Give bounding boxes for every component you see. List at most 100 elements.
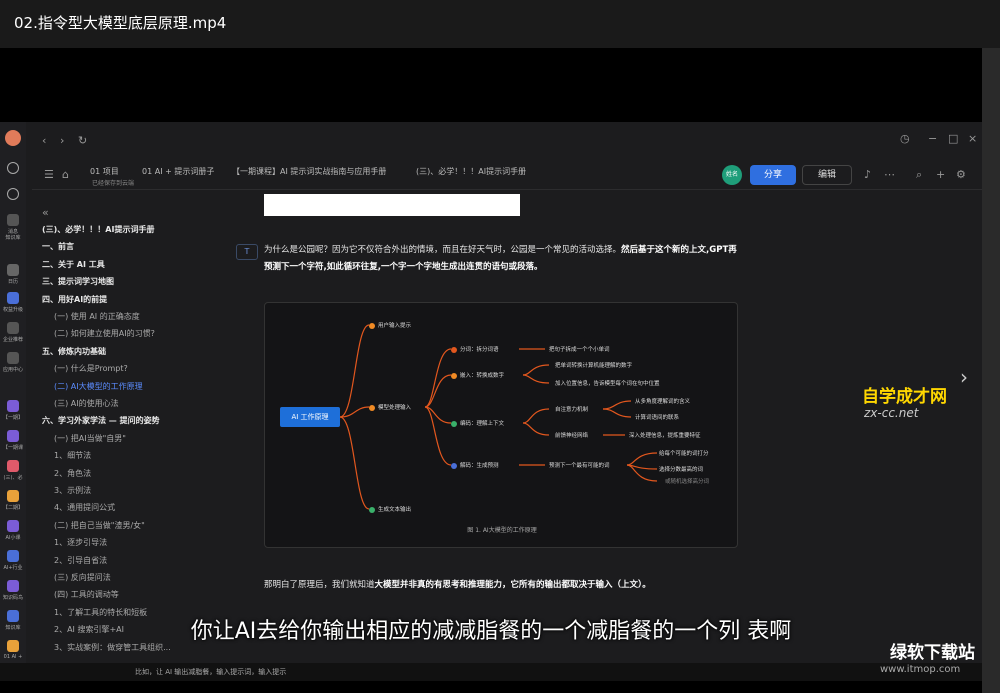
breadcrumb-bar: ☰ ⌂ 01 项目 01 AI + 提示词册子 【一期课程】AI 提示词实战指南… <box>32 160 982 190</box>
watermark-url: zx-cc.net <box>864 406 919 420</box>
maximize-icon[interactable]: □ <box>948 132 958 145</box>
sidebar-enterprise[interactable]: 企业推荐 <box>3 322 23 343</box>
mindmap-step: 解码：生成预测 <box>451 461 499 469</box>
mindmap-figure: AI 工作原理 用户输入提示 模型处理输入 生成文本输出 分词：拆分词语 把句子… <box>264 302 738 548</box>
mindmap-detail: 前馈神经网络 <box>555 433 589 439</box>
toc-item[interactable]: 五、修炼内功基础 <box>42 346 106 357</box>
watermark-logo: 自学成才网 <box>862 387 947 407</box>
toc-item[interactable]: (一) 把AI当做"自男" <box>54 433 126 444</box>
dot-icon <box>451 420 457 427</box>
toc-item[interactable]: 1、逐步引导法 <box>54 537 107 548</box>
breadcrumb-item[interactable]: 01 项目 <box>90 166 119 177</box>
toc-item[interactable]: (二) AI大模型的工作原理 <box>54 381 143 392</box>
mindmap-root: AI 工作原理 <box>280 407 340 427</box>
dot-icon <box>369 322 375 329</box>
sidebar-doc-2[interactable]: 【一期课 <box>3 430 23 451</box>
toc-item[interactable]: 三、提示词学习地图 <box>42 276 114 287</box>
mindmap-step: 嵌入：转换成数字 <box>451 371 504 379</box>
back-icon[interactable]: ‹ <box>42 134 46 147</box>
settings-icon[interactable]: ⚙ <box>956 168 966 181</box>
sidebar-knowledge[interactable]: 知识库 <box>3 234 23 241</box>
minimize-icon[interactable]: − <box>928 132 937 145</box>
toc-item[interactable]: (一) 什么是Prompt? <box>54 363 128 374</box>
sidebar-doc-1[interactable]: 【一期】 <box>3 400 23 421</box>
search-icon[interactable] <box>3 162 23 176</box>
breadcrumb-item[interactable]: 【一期课程】AI 提示词实战指南与应用手册 <box>232 166 386 177</box>
save-status: 已经保存到云端 <box>92 180 135 187</box>
edit-button[interactable]: 编辑 <box>802 165 852 185</box>
toc-item[interactable]: 4、通用提问公式 <box>54 502 115 513</box>
close-icon[interactable]: × <box>968 132 977 145</box>
video-player: 02.指令型大模型底层原理.mp4 消息 知识库 日历 权益升级 企业推荐 应用… <box>0 0 1000 693</box>
breadcrumb-item[interactable]: (三)、必学！！！AI提示词手册 <box>416 166 526 177</box>
dot-icon <box>451 346 457 353</box>
add-icon[interactable] <box>3 188 23 202</box>
add-icon[interactable]: + <box>936 168 945 181</box>
toc-item[interactable]: 六、学习外家学法 — 提问的姿势 <box>42 415 160 426</box>
player-scrollbar[interactable] <box>982 48 1000 693</box>
mindmap-branch: 模型处理输入 <box>369 403 411 411</box>
dot-icon <box>369 506 375 513</box>
video-subtitle: 你让AI去给你输出相应的减减脂餐的一个减脂餐的一个列 表啊 <box>190 619 792 644</box>
dot-icon <box>451 462 457 469</box>
text-block-handle[interactable]: T <box>236 244 258 260</box>
video-title: 02.指令型大模型底层原理.mp4 <box>0 0 1000 48</box>
toc-item[interactable]: (三)、必学！！！AI提示词手册 <box>42 224 154 235</box>
mindmap-branch: 用户输入提示 <box>369 321 411 329</box>
mindmap-detail: 加入位置信息，告诉模型每个词在句中位置 <box>555 381 660 387</box>
search-icon[interactable]: ⌕ <box>916 168 922 182</box>
mindmap-detail: 选择分数最高的词 <box>659 467 704 473</box>
video-frame[interactable]: 消息 知识库 日历 权益升级 企业推荐 应用中心 【一期】 【一期课 (三)、必… <box>0 122 982 681</box>
toc-item[interactable]: 2、角色法 <box>54 468 91 479</box>
sidebar-upgrade[interactable]: 权益升级 <box>3 292 23 313</box>
sidebar-messages[interactable]: 消息 <box>3 214 23 235</box>
sidebar-calendar[interactable]: 日历 <box>3 264 23 285</box>
mindmap-detail: 从多角度理解词的含义 <box>635 399 691 405</box>
sidebar-doc-6[interactable]: AI+行业 <box>3 550 23 571</box>
refresh-icon[interactable]: ↻ <box>78 134 87 147</box>
toc-toggle-icon[interactable]: ☰ <box>44 168 54 181</box>
taskbar-text: 比如，让 AI 输出减脂餐，输入提示词，输入提示 <box>135 668 287 676</box>
breadcrumb-item[interactable]: 01 AI + 提示词册子 <box>142 166 214 177</box>
toc-item[interactable]: (四) 工具的调动等 <box>54 589 119 600</box>
toc-item[interactable]: 1、细节法 <box>54 450 91 461</box>
collaborator-avatar[interactable]: 姓名 <box>722 165 742 185</box>
toc-item[interactable]: (二) 把自己当做"渣男/女" <box>54 520 145 531</box>
toc-item[interactable]: 二、关于 AI 工具 <box>42 259 105 270</box>
more-icon[interactable]: ⋯ <box>884 168 895 181</box>
history-icon[interactable]: ◷ <box>900 132 910 145</box>
collapse-icon[interactable]: « <box>42 206 49 219</box>
toc-item[interactable]: 一、前言 <box>42 241 74 252</box>
window-toolbar: ‹ › ↻ ◷ − □ × <box>32 132 982 156</box>
toc-item[interactable]: 3、示例法 <box>54 485 91 496</box>
sidebar-doc-3[interactable]: (三)、必 <box>3 460 23 481</box>
dot-icon <box>451 372 457 379</box>
image-toolbar[interactable] <box>264 194 520 216</box>
toc-item[interactable]: 2、引导自省法 <box>54 555 107 566</box>
mindmap-detail: 给每个可能的词打分 <box>659 451 709 457</box>
mindmap-detail: 预测下一个最有可能的词 <box>549 463 610 469</box>
sidebar-doc-4[interactable]: 【二期】 <box>3 490 23 511</box>
forward-icon[interactable]: › <box>60 134 64 147</box>
table-of-contents: « (三)、必学！！！AI提示词手册 一、前言二、关于 AI 工具 三、提示词学习地… <box>32 202 222 672</box>
bell-icon[interactable]: ♪ <box>864 168 871 181</box>
next-arrow-icon[interactable]: › <box>960 365 968 389</box>
sidebar-apps[interactable]: 应用中心 <box>3 352 23 373</box>
toc-item[interactable]: (一) 使用 AI 的正确态度 <box>54 311 140 322</box>
mindmap-branch: 生成文本输出 <box>369 505 411 513</box>
dot-icon <box>369 404 375 411</box>
mindmap-detail: 把句子拆成一个个小单词 <box>549 347 610 353</box>
mindmap-detail: 计算词语间的联系 <box>635 415 680 421</box>
mindmap-detail: 或随机选择高分词 <box>665 479 710 485</box>
toc-item[interactable]: 四、用好AI的前提 <box>42 294 107 305</box>
sidebar-doc-5[interactable]: AI小课 <box>3 520 23 541</box>
home-icon[interactable]: ⌂ <box>62 168 69 181</box>
share-button[interactable]: 分享 <box>750 165 796 185</box>
toc-item[interactable]: (三) AI的使用心法 <box>54 398 119 409</box>
mindmap-step: 编码：理解上下文 <box>451 419 504 427</box>
user-avatar[interactable] <box>3 130 23 148</box>
sidebar-doc-7[interactable]: 知识码鸟 <box>3 580 23 601</box>
toc-item[interactable]: (二) 如何建立使用AI的习惯? <box>54 328 155 339</box>
toc-item[interactable]: (三) 反向提问法 <box>54 572 111 583</box>
app-left-bar: 消息 知识库 日历 权益升级 企业推荐 应用中心 【一期】 【一期课 (三)、必… <box>0 122 26 681</box>
